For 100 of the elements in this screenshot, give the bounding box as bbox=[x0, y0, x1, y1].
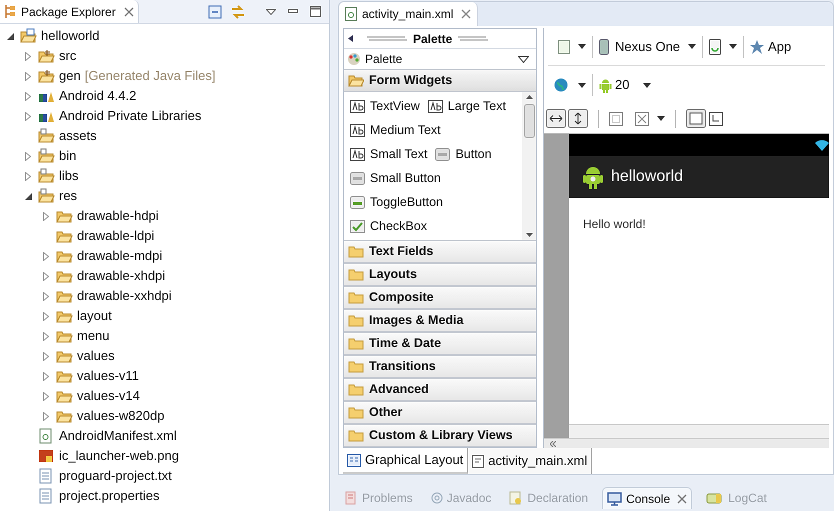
scrollbar-thumb[interactable] bbox=[524, 104, 534, 138]
layout-file-icon[interactable] bbox=[558, 40, 570, 54]
expand-arrow-icon[interactable] bbox=[43, 332, 49, 340]
tree-item[interactable]: assets bbox=[59, 126, 97, 146]
tree-item[interactable]: drawable-mdpi bbox=[77, 246, 162, 266]
palette-category[interactable]: Form Widgets bbox=[344, 69, 536, 92]
collapse-arrow-icon[interactable] bbox=[6, 32, 14, 40]
close-icon[interactable] bbox=[124, 6, 134, 16]
expand-arrow-icon[interactable] bbox=[25, 72, 31, 80]
expand-arrow-icon[interactable] bbox=[43, 292, 49, 300]
expand-arrow-icon[interactable] bbox=[43, 372, 49, 380]
tree-item[interactable]: menu bbox=[77, 326, 110, 346]
layout-toggle-icon[interactable] bbox=[686, 109, 706, 128]
maximize-icon[interactable] bbox=[310, 6, 321, 17]
tree-item[interactable]: values-w820dp bbox=[77, 406, 164, 426]
palette-category[interactable]: Time & Date bbox=[344, 332, 536, 355]
scroll-up-icon[interactable] bbox=[526, 95, 532, 99]
expand-arrow-icon[interactable] bbox=[25, 172, 31, 180]
expand-arrow-icon[interactable] bbox=[25, 152, 31, 160]
api-level-selector[interactable]: 20 bbox=[615, 75, 630, 95]
palette-dropdown[interactable]: Palette bbox=[365, 50, 514, 68]
palette-category[interactable]: Other bbox=[344, 401, 536, 424]
expand-arrow-icon[interactable] bbox=[43, 272, 49, 280]
palette-widget[interactable]: Medium Text bbox=[370, 120, 441, 140]
tree-item[interactable]: libs bbox=[59, 166, 79, 186]
tree-item[interactable]: drawable-xhdpi bbox=[77, 266, 166, 286]
dropdown-arrow-icon[interactable] bbox=[578, 44, 586, 49]
close-icon[interactable] bbox=[461, 9, 472, 19]
android-robot-icon bbox=[599, 78, 612, 92]
tree-item[interactable]: src bbox=[59, 46, 76, 66]
minimize-icon[interactable] bbox=[288, 9, 298, 14]
globe-icon[interactable] bbox=[554, 78, 568, 92]
dropdown-arrow-icon[interactable] bbox=[729, 44, 738, 49]
close-icon[interactable] bbox=[677, 494, 688, 504]
palette-category[interactable]: Custom & Library Views bbox=[344, 424, 536, 447]
palette-category[interactable]: Images & Media bbox=[344, 309, 536, 332]
palette-category[interactable]: Advanced bbox=[344, 378, 536, 401]
expand-arrow-icon[interactable] bbox=[43, 252, 49, 260]
collapse-all-icon[interactable] bbox=[208, 4, 222, 18]
collapse-arrow-icon[interactable] bbox=[24, 192, 32, 200]
tree-item[interactable]: bin bbox=[59, 146, 76, 166]
device-selector[interactable]: Nexus One bbox=[615, 36, 680, 56]
rotate-icon[interactable] bbox=[709, 38, 722, 54]
view-menu-icon[interactable] bbox=[266, 8, 276, 14]
palette-category[interactable]: Layouts bbox=[344, 263, 536, 286]
tree-item[interactable]: proguard-project.txt bbox=[59, 466, 172, 486]
tree-item[interactable]: drawable-hdpi bbox=[77, 206, 159, 226]
expand-arrow-icon[interactable] bbox=[43, 392, 49, 400]
palette-category[interactable]: Composite bbox=[344, 286, 536, 309]
tree-item[interactable]: res bbox=[59, 186, 78, 206]
zoom-fit-icon[interactable] bbox=[635, 112, 649, 126]
scrollbar[interactable] bbox=[522, 92, 536, 240]
palette-widget[interactable]: Button bbox=[455, 144, 492, 164]
palette-widget[interactable]: Large Text bbox=[448, 96, 506, 116]
dropdown-arrow-icon[interactable] bbox=[578, 82, 586, 88]
dropdown-arrow-icon[interactable] bbox=[688, 44, 696, 49]
tree-item[interactable]: AndroidManifest.xml bbox=[59, 426, 177, 446]
theme-selector[interactable]: App bbox=[768, 36, 792, 56]
palette-widget[interactable]: Small Button bbox=[370, 168, 441, 188]
expand-arrow-icon[interactable] bbox=[25, 112, 31, 120]
tree-item[interactable]: project.properties bbox=[59, 486, 160, 506]
dropdown-arrow-icon[interactable] bbox=[518, 56, 529, 63]
expand-arrow-icon[interactable] bbox=[43, 212, 49, 220]
editor-view-tab[interactable]: Graphical Layout bbox=[343, 448, 468, 474]
scroll-left-icon[interactable] bbox=[550, 440, 556, 446]
tree-item[interactable]: Android Private Libraries bbox=[59, 106, 202, 126]
tree-item[interactable]: values bbox=[77, 346, 115, 366]
dropdown-arrow-icon[interactable] bbox=[657, 116, 665, 121]
palette-widget[interactable]: Small Text bbox=[370, 144, 428, 164]
tree-item[interactable]: values-v14 bbox=[77, 386, 140, 406]
tree-item[interactable]: gen bbox=[59, 66, 81, 86]
expand-arrow-icon[interactable] bbox=[25, 52, 31, 60]
tree-item[interactable]: helloworld bbox=[41, 26, 100, 46]
scroll-down-icon[interactable] bbox=[526, 233, 532, 237]
expand-arrow-icon[interactable] bbox=[43, 312, 49, 320]
editor-view-tab[interactable]: activity_main.xml bbox=[468, 448, 592, 474]
dropdown-arrow-icon[interactable] bbox=[643, 82, 652, 88]
bottom-view-tab[interactable]: Console bbox=[602, 487, 692, 509]
tree-item[interactable]: drawable-ldpi bbox=[77, 226, 154, 246]
expand-arrow-icon[interactable] bbox=[43, 352, 49, 360]
fit-height-icon[interactable] bbox=[568, 109, 588, 128]
collapse-arrow-icon[interactable] bbox=[348, 35, 353, 42]
expand-arrow-icon[interactable] bbox=[25, 92, 31, 100]
palette-category[interactable]: Text Fields bbox=[344, 240, 536, 263]
tree-item[interactable]: values-v11 bbox=[77, 366, 139, 386]
margins-icon[interactable] bbox=[609, 112, 623, 126]
palette-widget[interactable]: CheckBox bbox=[370, 216, 427, 236]
link-arrows-icon[interactable] bbox=[230, 4, 246, 20]
tree-item[interactable]: ic_launcher-web.png bbox=[59, 446, 179, 466]
palette-widget[interactable]: TextView bbox=[370, 96, 420, 116]
tree-item[interactable]: Android 4.4.2 bbox=[59, 86, 136, 106]
layout-toggle-icon[interactable] bbox=[708, 110, 724, 126]
tree-item[interactable]: drawable-xxhdpi bbox=[77, 286, 172, 306]
folder-icon bbox=[38, 128, 55, 144]
fit-width-icon[interactable] bbox=[546, 109, 566, 128]
horizontal-scrollbar[interactable] bbox=[569, 424, 829, 438]
palette-widget[interactable]: ToggleButton bbox=[370, 192, 443, 212]
expand-arrow-icon[interactable] bbox=[43, 412, 49, 420]
tree-item[interactable]: layout bbox=[77, 306, 112, 326]
palette-category[interactable]: Transitions bbox=[344, 355, 536, 378]
